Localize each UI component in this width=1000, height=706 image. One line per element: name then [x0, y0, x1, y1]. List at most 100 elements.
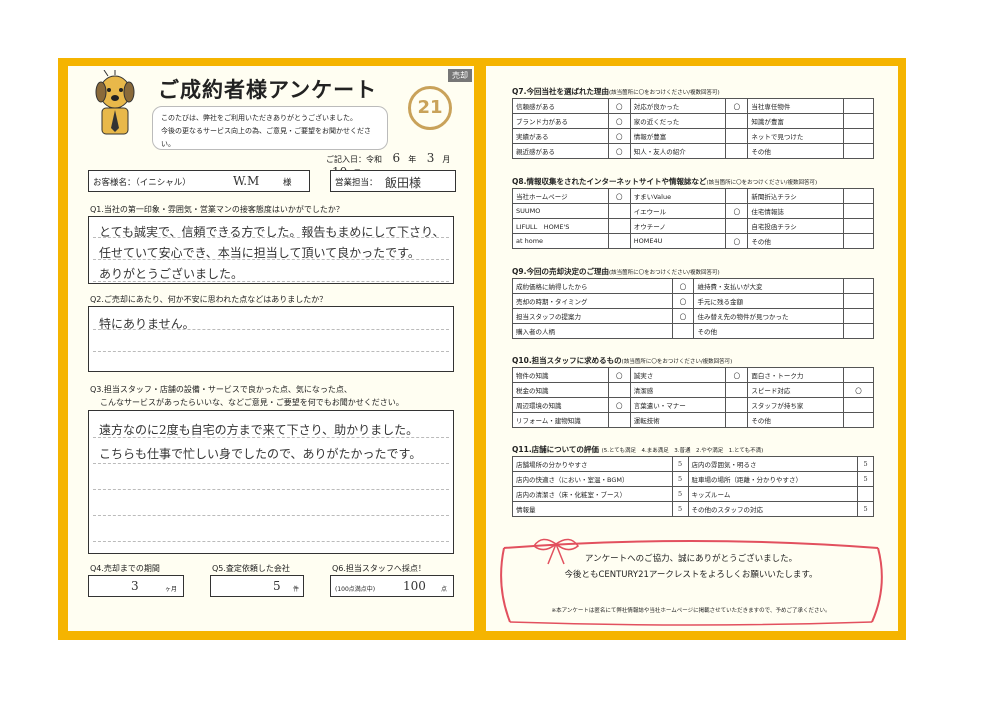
answer-mark-cell[interactable] — [607, 203, 631, 219]
customer-field[interactable]: お客様名：（イニシャル） W.M 様 — [88, 170, 310, 192]
q5-field[interactable]: 5 件 — [210, 575, 304, 597]
answer-mark-cell[interactable] — [725, 188, 749, 204]
answer-mark-cell[interactable] — [725, 113, 749, 129]
answer-mark-cell[interactable] — [843, 412, 874, 428]
answer-mark-cell[interactable] — [843, 128, 874, 144]
answer-mark-cell[interactable]: 〇 — [671, 293, 695, 309]
answer-mark-cell[interactable]: 〇 — [843, 382, 874, 398]
answer-mark-cell[interactable] — [857, 486, 874, 502]
q1-label: Q1.当社の第一印象・雰囲気・営業マンの接客態度はいかがでしたか？ — [90, 205, 344, 214]
right-panel: Q7.今回当社を選ばれた理由(該当箇所に〇をおつけください/複数回答可) 信頼感… — [486, 66, 898, 631]
answer-mark-cell[interactable] — [725, 382, 749, 398]
option-label: その他のスタッフの対応 — [687, 501, 859, 517]
answer-mark-cell[interactable] — [725, 397, 749, 413]
answer-mark-cell[interactable] — [843, 113, 874, 129]
table-row: 成約価格に納得したから〇維持費・支払いが大変 — [512, 278, 874, 294]
answer-mark-cell[interactable]: 〇 — [607, 128, 631, 144]
q1-answer-box[interactable]: とても誠実で、信頼できる方でした。報告もまめにして下さり、 任せていて安心でき、… — [88, 216, 454, 284]
staff-field[interactable]: 営業担当： 飯田様 — [330, 170, 456, 192]
answer-mark-cell[interactable] — [725, 143, 749, 159]
thanks-line: アンケートへのご協力、誠にありがとうございました。 — [584, 554, 798, 564]
option-label: 店内の雰囲気・明るさ — [687, 456, 859, 472]
answer-mark-cell[interactable]: 〇 — [607, 113, 631, 129]
disclaimer-note: ※本アンケートは匿名にて弊社情報誌や当社ホームページに掲載させていただきますので… — [551, 608, 831, 614]
q7-title: Q7.今回当社を選ばれた理由(該当箇所に〇をおつけください/複数回答可) — [512, 87, 720, 96]
option-label: リフォーム・建物知識 — [512, 412, 609, 428]
q6-field[interactable]: (100点満点中) 100 点 — [330, 575, 454, 597]
option-label: その他 — [747, 233, 845, 249]
answer-mark-cell[interactable]: 〇 — [607, 188, 631, 204]
q2-label: Q2.ご売却にあたり、何か不安に思われた点などはありましたか？ — [90, 295, 328, 304]
q4-field[interactable]: 3 ヶ月 — [88, 575, 184, 597]
option-label: 新聞折込チラシ — [747, 188, 845, 204]
answer-mark-cell[interactable]: 5 — [671, 486, 689, 502]
answer-mark-cell[interactable] — [725, 412, 749, 428]
answer-mark-cell[interactable] — [843, 323, 874, 339]
answer-mark-cell[interactable] — [843, 188, 874, 204]
option-label: 物件の知識 — [512, 367, 609, 383]
answer-mark-cell[interactable] — [607, 382, 631, 398]
answer-mark-cell[interactable]: 5 — [671, 456, 689, 472]
date-year[interactable]: 6 — [393, 151, 401, 165]
answer-mark-cell[interactable]: 〇 — [725, 233, 749, 249]
answer-mark-cell[interactable] — [843, 203, 874, 219]
option-label: 知識が豊富 — [747, 113, 845, 129]
answer-mark-cell[interactable]: 5 — [671, 471, 689, 487]
answer-mark-cell[interactable]: 5 — [857, 471, 874, 487]
answer-mark-cell[interactable] — [607, 218, 631, 234]
answer-mark-cell[interactable] — [843, 397, 874, 413]
answer-mark-cell[interactable]: 〇 — [725, 203, 749, 219]
q3-label-2: こんなサービスがあったらいいな、などご意見・ご要望を何でもお聞かせください。 — [100, 398, 404, 407]
table-row: 周辺環境の知識〇言葉遣い・マナー スタッフが持ち家 — [512, 397, 874, 413]
option-label: 誠実さ — [629, 367, 727, 383]
answer-mark-cell[interactable]: 〇 — [725, 367, 749, 383]
customer-initials: W.M — [233, 174, 260, 188]
table-row: ブランド力がある〇家の近くだった 知識が豊富 — [512, 113, 874, 129]
option-label: オウチーノ — [629, 218, 727, 234]
answer-mark-cell[interactable]: 5 — [857, 501, 874, 517]
table-row: 親近感がある〇知人・友人の紹介 その他 — [512, 143, 874, 159]
answer-mark-cell[interactable]: 〇 — [607, 98, 631, 114]
answer-mark-cell[interactable] — [843, 143, 874, 159]
option-label: 購入者の人柄 — [512, 323, 673, 339]
answer-mark-cell[interactable] — [843, 98, 874, 114]
answer-mark-cell[interactable] — [843, 367, 874, 383]
q7-table: 信頼感がある〇対応が良かった〇当社専任物件 ブランド力がある〇家の近くだった 知識が… — [512, 98, 874, 159]
answer-mark-cell[interactable]: 〇 — [671, 308, 695, 324]
greeting-line: 今後の更なるサービス向上の為、ご意見・ご要望をお聞かせください。 — [161, 127, 371, 148]
answer-mark-cell[interactable] — [607, 412, 631, 428]
table-row: 購入者の人柄 その他 — [512, 323, 874, 339]
q8-table: 当社ホームページ〇すまいValue 新聞折込チラシ SUUMO イエウール〇住宅情報誌… — [512, 188, 874, 249]
answer-mark-cell[interactable] — [843, 233, 874, 249]
sale-tag: 売却 — [448, 69, 472, 82]
q9-table: 成約価格に納得したから〇維持費・支払いが大変 売却の時期・タイミング〇手元に残る金… — [512, 278, 874, 339]
q2-answer-box[interactable]: 特にありません。 — [88, 306, 454, 372]
q3-answer-box[interactable]: 遠方なのに2度も自宅の方まで来て下さり、助かりました。 こちらも仕事で忙しい身で… — [88, 410, 454, 554]
answer-mark-cell[interactable]: 〇 — [671, 278, 695, 294]
option-label: ブランド力がある — [512, 113, 609, 129]
option-label: 住宅情報誌 — [747, 203, 845, 219]
option-label: 店内の快適さ（におい・室温・BGM） — [512, 471, 673, 487]
option-label: 店内の清潔さ（床・化粧室・ブース） — [512, 486, 673, 502]
answer-mark-cell[interactable]: 〇 — [607, 397, 631, 413]
answer-mark-cell[interactable]: 5 — [671, 501, 689, 517]
answer-mark-cell[interactable]: 〇 — [607, 367, 631, 383]
answer-mark-cell[interactable] — [843, 218, 874, 234]
answer-mark-cell[interactable]: 〇 — [725, 98, 749, 114]
left-panel: 売却 ご成約者様アンケート このたびは、弊社をご利用いただきありがとうございまし… — [68, 66, 474, 631]
date-month[interactable]: 3 — [427, 151, 435, 165]
answer-mark-cell[interactable] — [843, 278, 874, 294]
q6-label: Q6.担当スタッフへ採点！ — [332, 564, 426, 573]
answer-mark-cell[interactable]: 〇 — [607, 143, 631, 159]
q3-label: Q3.担当スタッフ・店舗の設備・サービスで良かった点、気になった点、 — [90, 385, 352, 394]
option-label: 家の近くだった — [629, 113, 727, 129]
greeting-line: このたびは、弊社をご利用いただきありがとうございました。 — [161, 114, 357, 122]
answer-mark-cell[interactable] — [725, 128, 749, 144]
answer-mark-cell[interactable]: 5 — [857, 456, 874, 472]
answer-mark-cell[interactable] — [725, 218, 749, 234]
thanks-message: アンケートへのご協力、誠にありがとうございました。 今後ともCENTURY21ア… — [496, 536, 886, 626]
answer-mark-cell[interactable] — [607, 233, 631, 249]
answer-mark-cell[interactable] — [843, 293, 874, 309]
answer-mark-cell[interactable] — [671, 323, 695, 339]
answer-mark-cell[interactable] — [843, 308, 874, 324]
